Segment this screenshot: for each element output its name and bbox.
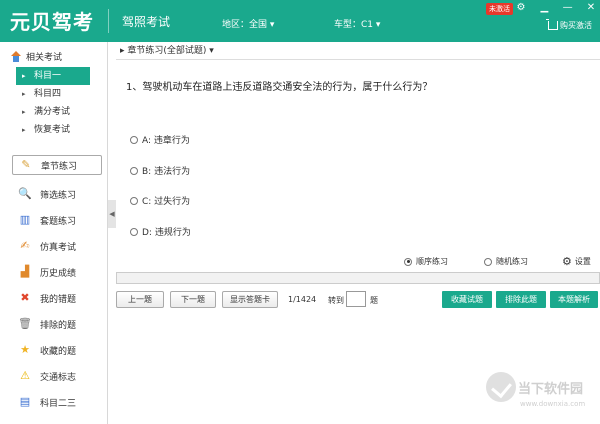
pencil-icon: ✎ xyxy=(21,158,31,171)
wrong-icon: ✖ xyxy=(20,291,30,304)
sidebar-item-warning[interactable]: ⚠ 交通标志 xyxy=(12,363,102,389)
progress-bar xyxy=(116,272,600,284)
exclude-question-button[interactable]: 排除此题 xyxy=(496,291,546,308)
option-b-radio[interactable] xyxy=(130,166,138,175)
sidebar-item-exam[interactable]: ✍ 仿真考试 xyxy=(12,233,102,259)
option-a-radio[interactable] xyxy=(130,135,138,144)
subject-item-4[interactable]: 科目四 xyxy=(16,85,90,103)
search-icon: 🔍 xyxy=(18,187,32,200)
sidebar-item-bar-chart[interactable]: ▟ 历史成绩 xyxy=(12,259,102,285)
settings-button[interactable]: ⚙ 设置 xyxy=(562,255,591,268)
book-icon: ▤ xyxy=(19,395,31,408)
related-exams-label: 相关考试 xyxy=(26,53,63,63)
question-explanation-button[interactable]: 本题解析 xyxy=(550,291,598,308)
option-b-label: B: 违法行为 xyxy=(142,167,191,177)
region-selector[interactable]: 地区：全国 ▾ xyxy=(222,17,274,30)
random-mode[interactable]: 随机练习 xyxy=(484,256,528,267)
sidebar-item-star[interactable]: ★ 收藏的题 xyxy=(12,337,102,363)
sidebar-item-label: 我的错题 xyxy=(40,294,77,305)
favorite-question-button[interactable]: 收藏试题 xyxy=(442,291,492,308)
warning-icon: ⚠ xyxy=(20,369,30,382)
option-c-radio[interactable] xyxy=(130,196,138,205)
main-panel: ▸ 章节练习(全部试题) ▾ 1、驾驶机动车在道路上违反道路交通安全法的行为，属… xyxy=(116,42,600,424)
sidebar: 相关考试 科目一 科目四 满分考试 恢复考试 ✎ 章节练习 🔍 筛选练习 ▥ 套题练习 ✍ 仿… xyxy=(0,42,108,424)
question-text: 1、驾驶机动车在道路上违反道路交通安全法的行为，属于什么行为？ xyxy=(126,82,433,93)
title-bar: 元贝驾考 驾照考试 地区：全国 ▾ 车型：C1 ▾ 未激活 ⚙ ▁ — ✕ 购买… xyxy=(0,0,600,42)
option-a[interactable]: A: 违章行为 xyxy=(130,133,190,146)
option-d-radio[interactable] xyxy=(130,227,138,236)
sidebar-item-pencil[interactable]: ✎ 章节练习 xyxy=(12,155,102,175)
app-subtitle: 驾照考试 xyxy=(122,15,171,29)
sidebar-item-search[interactable]: 🔍 筛选练习 xyxy=(12,181,102,207)
app-logo: 元贝驾考 xyxy=(10,10,94,34)
random-mode-label: 随机练习 xyxy=(496,257,528,266)
watermark-url: www.downxia.com xyxy=(520,400,586,408)
window-controls: ⚙ ▁ — ✕ xyxy=(514,2,598,14)
show-answer-card-button[interactable]: 显示答题卡 xyxy=(222,291,278,308)
home-icon xyxy=(10,50,22,63)
sidebar-item-trash[interactable]: 🗑 排除的题 xyxy=(12,311,102,337)
sidebar-nav: ✎ 章节练习 🔍 筛选练习 ▥ 套题练习 ✍ 仿真考试 ▟ 历史成绩 ✖ 我的错题 🗑 排除的题 ★ 收藏的题… xyxy=(12,155,102,415)
option-b[interactable]: B: 违法行为 xyxy=(130,164,190,177)
bar-chart-icon: ▟ xyxy=(20,265,30,278)
question-counter: 1/1424 xyxy=(288,295,317,304)
chapter-breadcrumb[interactable]: ▸ 章节练习(全部试题) ▾ xyxy=(116,42,600,60)
option-a-label: A: 违章行为 xyxy=(142,136,190,146)
subject-item-1[interactable]: 科目一 xyxy=(16,67,90,85)
sidebar-item-label: 筛选练习 xyxy=(40,190,77,201)
minimize-icon[interactable]: — xyxy=(561,2,575,14)
option-c-label: C: 过失行为 xyxy=(142,197,191,207)
star-icon: ★ xyxy=(20,343,30,356)
exam-subject-list: 科目一 科目四 满分考试 恢复考试 xyxy=(16,67,90,139)
sidebar-item-label: 历史成绩 xyxy=(40,268,77,279)
option-d[interactable]: D: 违规行为 xyxy=(130,225,191,238)
gear-icon: ⚙ xyxy=(562,255,572,268)
watermark-text: 当下软件园 xyxy=(518,382,584,397)
random-mode-radio[interactable] xyxy=(484,257,492,266)
related-exams-header: 相关考试 xyxy=(10,50,62,63)
practice-mode-bar: 顺序练习 随机练习 ⚙ 设置 xyxy=(116,255,600,270)
full-score-exam-item[interactable]: 满分考试 xyxy=(16,103,90,121)
car-type-selector[interactable]: 车型：C1 ▾ xyxy=(334,17,380,30)
collapse-sidebar-button[interactable]: ◀ xyxy=(108,200,116,228)
trash-icon: 🗑 xyxy=(18,317,32,330)
exam-icon: ✍ xyxy=(20,239,30,252)
sidebar-item-label: 仿真考试 xyxy=(40,242,77,253)
skin-icon[interactable]: ▁ xyxy=(537,2,551,14)
sequential-mode-label: 顺序练习 xyxy=(416,257,448,266)
option-c[interactable]: C: 过失行为 xyxy=(130,194,190,207)
sidebar-item-label: 章节练习 xyxy=(41,161,78,172)
settings-label: 设置 xyxy=(574,257,591,266)
sidebar-item-label: 收藏的题 xyxy=(40,346,77,357)
sidebar-item-books[interactable]: ▥ 套题练习 xyxy=(12,207,102,233)
sidebar-item-book[interactable]: ▤ 科目二三 xyxy=(12,389,102,415)
books-icon: ▥ xyxy=(19,213,31,226)
header-divider xyxy=(108,9,109,33)
sidebar-item-label: 套题练习 xyxy=(40,216,77,227)
goto-label: 转到 xyxy=(328,296,344,305)
watermark: 当下软件园 www.downxia.com xyxy=(486,372,594,416)
sequential-mode-radio[interactable] xyxy=(404,257,412,266)
cart-icon xyxy=(546,19,558,30)
next-question-button[interactable]: 下一题 xyxy=(170,291,216,308)
settings-icon[interactable]: ⚙ xyxy=(514,2,528,14)
activation-badge: 未激活 xyxy=(486,3,513,15)
close-icon[interactable]: ✕ xyxy=(584,2,598,14)
question-controls: 上一题 下一题 显示答题卡 1/1424 转到 题 收藏试题 排除此题 本题解析 xyxy=(116,291,600,309)
watermark-logo-icon xyxy=(486,372,516,402)
goto-input[interactable] xyxy=(346,291,366,307)
sidebar-item-label: 排除的题 xyxy=(40,320,77,331)
sidebar-item-label: 科目二三 xyxy=(40,398,77,409)
sidebar-item-label: 交通标志 xyxy=(40,372,77,383)
resume-exam-item[interactable]: 恢复考试 xyxy=(16,121,90,139)
prev-question-button[interactable]: 上一题 xyxy=(116,291,164,308)
buy-activate-label: 购买激活 xyxy=(560,21,592,30)
sidebar-item-wrong[interactable]: ✖ 我的错题 xyxy=(12,285,102,311)
buy-activate-button[interactable]: 购买激活 xyxy=(546,19,592,31)
option-d-label: D: 违规行为 xyxy=(142,228,191,238)
question-unit-label: 题 xyxy=(370,296,378,305)
sequential-mode[interactable]: 顺序练习 xyxy=(404,256,448,267)
